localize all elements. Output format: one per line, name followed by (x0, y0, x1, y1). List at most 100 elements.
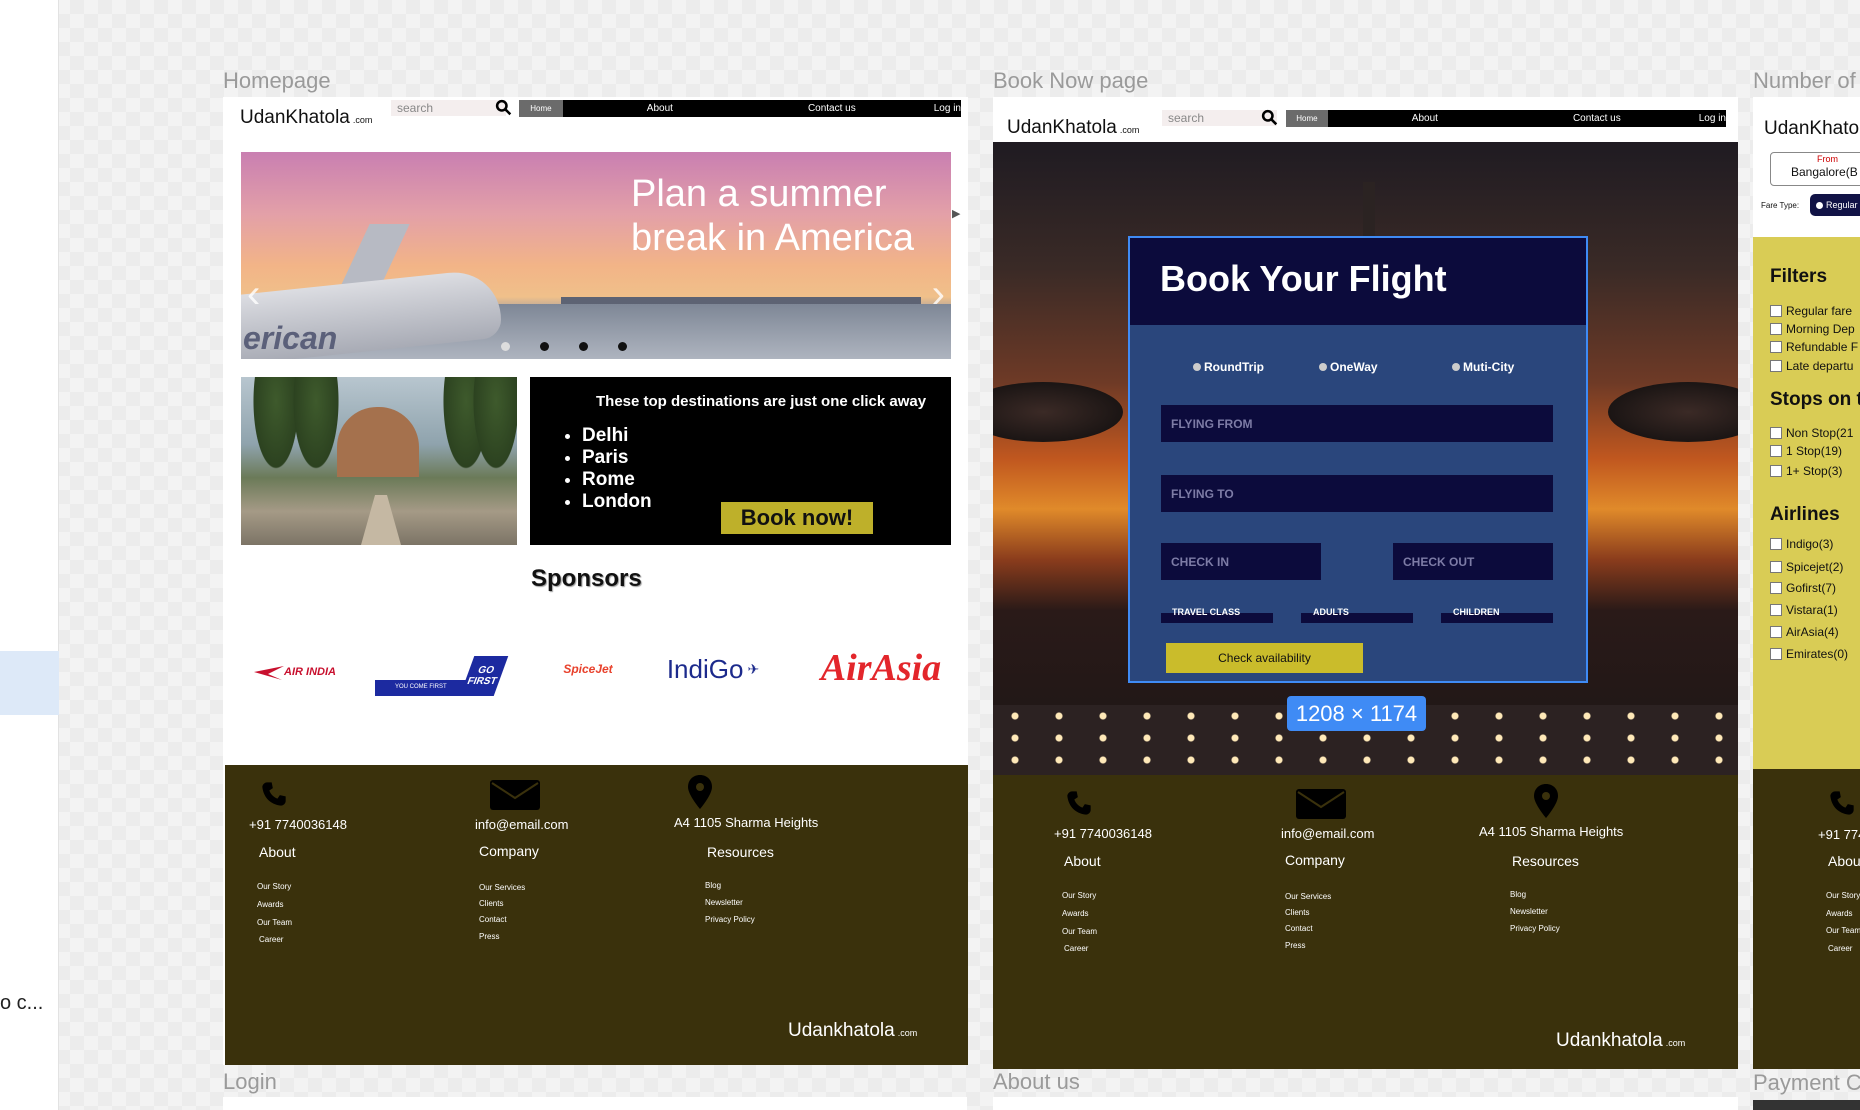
footer-link[interactable]: Awards (257, 900, 284, 909)
site-logo[interactable]: UdanKhatola .com (240, 107, 372, 129)
nav-home[interactable]: Home (519, 100, 563, 117)
filter-airline[interactable]: Emirates(0) (1770, 647, 1848, 661)
footer-link[interactable]: Our Story (257, 882, 291, 891)
carousel-prev-icon[interactable]: ‹ (247, 272, 260, 317)
footer-link[interactable]: Press (1285, 941, 1305, 950)
nav-about[interactable]: About (647, 103, 673, 114)
check-in-input[interactable]: CHECK IN (1161, 543, 1321, 580)
footer-link[interactable]: Blog (1510, 890, 1526, 899)
filter-morning-departure[interactable]: Morning Dep (1770, 322, 1855, 336)
footer-link[interactable]: Clients (1285, 908, 1309, 917)
carousel-dot[interactable] (540, 342, 549, 351)
flight-results-frame: UdanKhato From Bangalore(B Fare Type: Re… (1753, 97, 1860, 1069)
nav-login[interactable]: Log in (934, 103, 961, 114)
footer-link[interactable]: Privacy Policy (705, 915, 755, 924)
carousel-dot[interactable] (618, 342, 627, 351)
footer-link[interactable]: Career (1064, 944, 1088, 953)
book-now-button[interactable]: Book now! (721, 502, 873, 534)
footer-email[interactable]: info@email.com (1281, 826, 1374, 841)
indigo-logo: IndiGo ✈ (666, 653, 760, 684)
footer-link[interactable]: Our Team (257, 918, 292, 927)
footer-link[interactable]: Contact (1285, 924, 1313, 933)
footer-link[interactable]: Newsletter (705, 898, 743, 907)
selected-layer-row[interactable] (0, 651, 59, 715)
site-logo[interactable]: UdanKhatola .com (1007, 117, 1139, 139)
footer-brand: Udankhatola .com (788, 1020, 918, 1041)
footer-link[interactable]: Career (1828, 944, 1852, 953)
background-engine (993, 382, 1123, 442)
frame-label-third[interactable]: Number of (1753, 68, 1856, 94)
carousel-dot[interactable] (501, 342, 510, 351)
from-input[interactable]: From Bangalore(B (1770, 152, 1860, 186)
footer-company-heading: Company (479, 843, 539, 859)
footer-link[interactable]: Newsletter (1510, 907, 1548, 916)
footer-link[interactable]: Our Services (1285, 892, 1331, 901)
frame-label-book-now[interactable]: Book Now page (993, 68, 1148, 94)
footer-phone[interactable]: +91 774 (1818, 827, 1860, 842)
book-footer: +91 7740036148 About Our Story Awards Ou… (993, 775, 1738, 1069)
hero-carousel[interactable]: erican Plan a summer break in America ‹ … (241, 152, 951, 359)
check-out-input[interactable]: CHECK OUT (1393, 543, 1553, 580)
footer-link[interactable]: Our Services (479, 883, 525, 892)
palm-tree (461, 377, 517, 505)
filter-refundable[interactable]: Refundable F (1770, 340, 1858, 354)
search-icon[interactable] (1261, 109, 1278, 126)
frame-label-login[interactable]: Login (223, 1069, 277, 1095)
trip-oneway-radio[interactable]: OneWay (1319, 360, 1378, 374)
search-input[interactable]: search (391, 100, 506, 116)
site-logo[interactable]: UdanKhato (1764, 118, 1859, 140)
destination-item: Delhi (582, 425, 652, 447)
book-flight-title: Book Your Flight (1160, 258, 1447, 299)
filter-multi-stop[interactable]: 1+ Stop(3) (1770, 464, 1842, 478)
frame-label-about[interactable]: About us (993, 1069, 1080, 1095)
trip-roundtrip-radio[interactable]: RoundTrip (1193, 360, 1264, 374)
filter-one-stop[interactable]: 1 Stop(19) (1770, 444, 1842, 458)
footer-link[interactable]: Press (479, 932, 499, 941)
footer-link[interactable]: Contact (479, 915, 507, 924)
search-icon[interactable] (495, 99, 512, 116)
footer-link[interactable]: Awards (1062, 909, 1089, 918)
flying-from-input[interactable]: FLYING FROM (1161, 405, 1553, 442)
footer-link[interactable]: Awards (1826, 909, 1853, 918)
nav-about[interactable]: About (1412, 113, 1438, 124)
fare-regular-toggle[interactable]: Regular (1810, 194, 1860, 216)
filter-airline[interactable]: Indigo(3) (1770, 537, 1833, 551)
footer-phone[interactable]: +91 7740036148 (249, 817, 347, 832)
destinations-list: Delhi Paris Rome London (582, 425, 652, 513)
frame-label-payment[interactable]: Payment C (1753, 1070, 1860, 1096)
footer-link[interactable]: Our Story (1062, 891, 1096, 900)
nav-contact[interactable]: Contact us (1573, 113, 1621, 124)
filter-airline[interactable]: AirAsia(4) (1770, 625, 1839, 639)
footer-link[interactable]: Blog (705, 881, 721, 890)
trip-multicity-radio[interactable]: Muti-City (1452, 360, 1514, 374)
check-availability-button[interactable]: Check availability (1166, 643, 1363, 673)
filters-panel: Filters Regular fare Morning Dep Refunda… (1753, 237, 1860, 769)
nav-login[interactable]: Log in (1699, 113, 1726, 124)
fare-type-label: Fare Type: (1761, 201, 1800, 210)
footer-link[interactable]: Privacy Policy (1510, 924, 1560, 933)
footer-link[interactable]: Career (259, 935, 283, 944)
filter-airline[interactable]: Gofirst(7) (1770, 581, 1836, 595)
footer-email[interactable]: info@email.com (475, 817, 568, 832)
filter-late-departure[interactable]: Late departu (1770, 359, 1853, 373)
frame-label-homepage[interactable]: Homepage (223, 68, 331, 94)
footer-link[interactable]: Our Team (1826, 926, 1860, 935)
footer-link[interactable]: Our Story (1826, 891, 1860, 900)
phone-icon (1830, 791, 1854, 815)
search-input[interactable]: search (1162, 110, 1277, 126)
footer-link[interactable]: Our Team (1062, 927, 1097, 936)
nav-contact[interactable]: Contact us (808, 103, 856, 114)
filter-airline[interactable]: Spicejet(2) (1770, 560, 1843, 574)
filter-airline[interactable]: Vistara(1) (1770, 603, 1838, 617)
footer-link[interactable]: Clients (479, 899, 503, 908)
nav-home[interactable]: Home (1286, 110, 1328, 127)
footer-address: A4 1105 Sharma Heights (1479, 824, 1624, 839)
filter-regular-fare[interactable]: Regular fare (1770, 304, 1852, 318)
carousel-next-icon[interactable]: › (932, 272, 945, 317)
flying-to-input[interactable]: FLYING TO (1161, 475, 1553, 512)
hero-title: Plan a summer break in America (631, 173, 915, 259)
footer-phone[interactable]: +91 7740036148 (1054, 826, 1152, 841)
carousel-dot[interactable] (579, 342, 588, 351)
destination-item: Paris (582, 447, 652, 469)
filter-non-stop[interactable]: Non Stop(21 (1770, 426, 1853, 440)
